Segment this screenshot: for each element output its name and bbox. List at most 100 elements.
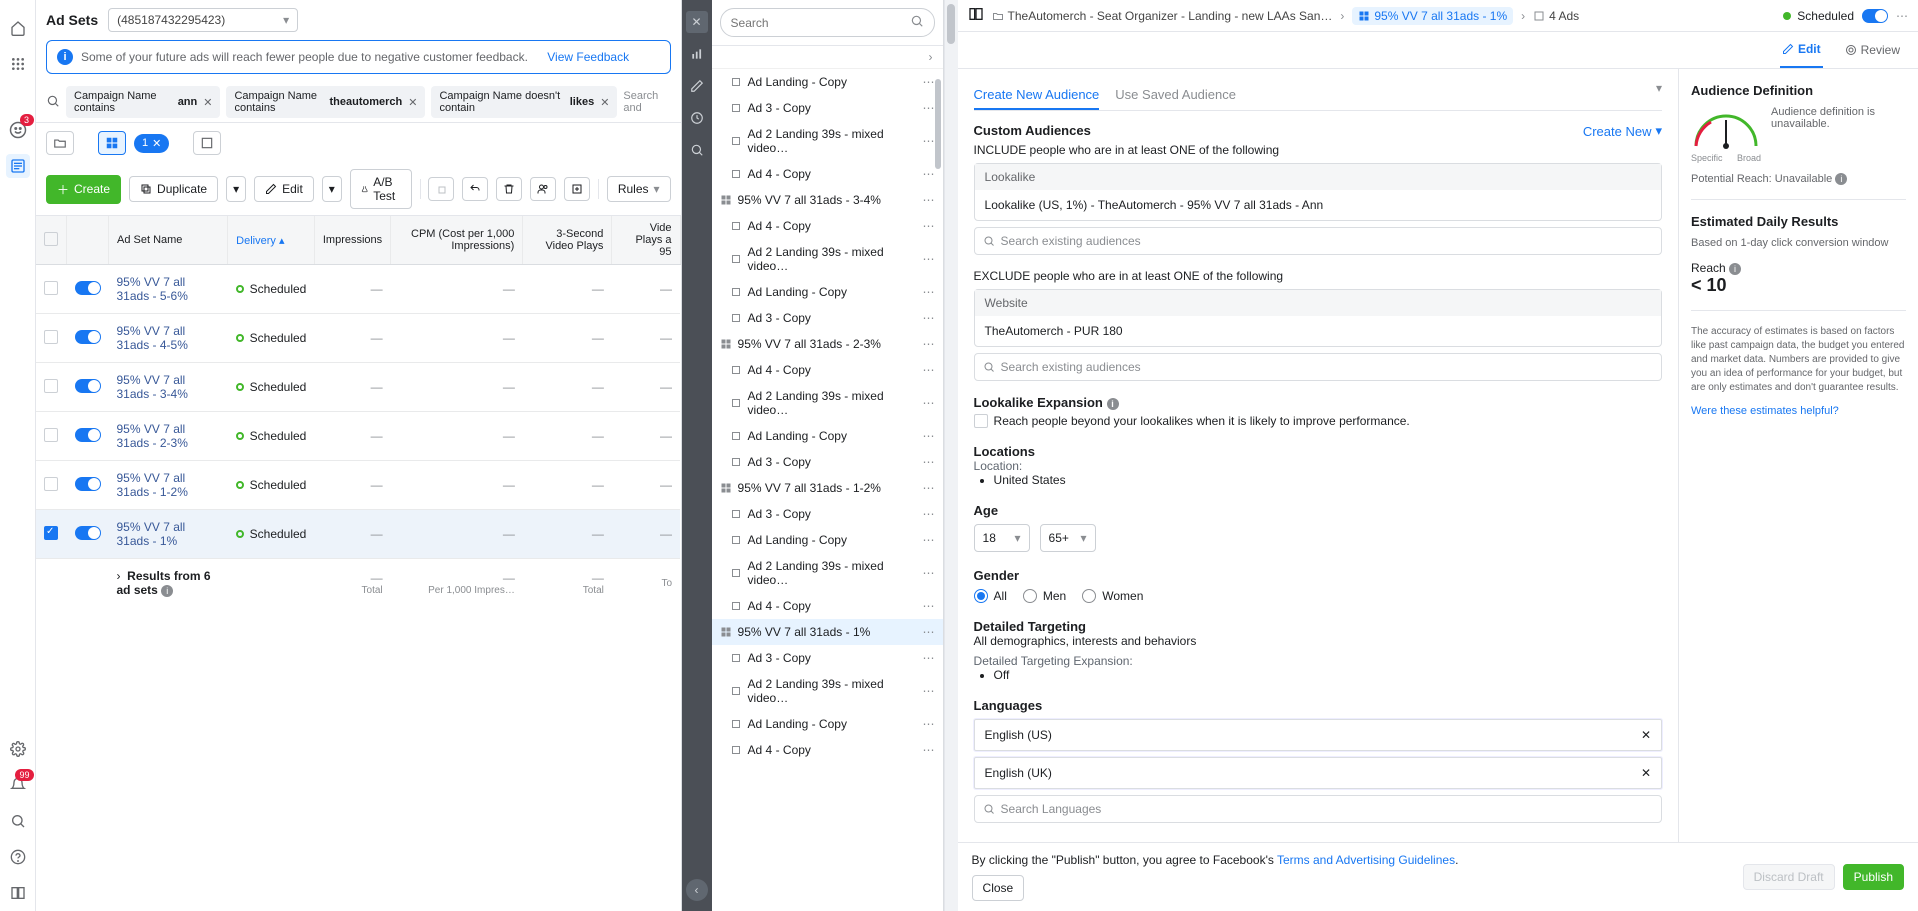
tree-adset-item[interactable]: 95% VV 7 all 31ads - 1%⋯ (712, 619, 943, 645)
history-icon[interactable] (686, 107, 708, 129)
search-include-audiences[interactable]: Search existing audiences (974, 227, 1662, 255)
expand-icon[interactable]: › (117, 569, 121, 583)
tree-search-input[interactable] (720, 8, 935, 37)
more-icon[interactable]: ⋯ (923, 75, 935, 89)
account-dropdown[interactable]: (485187432295423)▾ (108, 8, 298, 32)
tree-ad-item[interactable]: Ad 2 Landing 39s - mixed video…⋯ (712, 239, 943, 279)
panel-layout-icon[interactable] (968, 6, 984, 25)
estimates-helpful-link[interactable]: Were these estimates helpful? (1691, 405, 1839, 417)
row-checkbox[interactable] (44, 379, 58, 393)
adset-name-link[interactable]: 95% VV 7 all 31ads - 1% (117, 520, 186, 548)
age-min-select[interactable]: 18▾ (974, 524, 1030, 552)
more-icon[interactable]: ⋯ (923, 311, 935, 325)
filter-pill-3[interactable]: Campaign Name doesn't contain likes✕ (431, 86, 617, 118)
search-nav-icon[interactable] (6, 809, 30, 833)
notifications-icon[interactable]: 99 (6, 773, 30, 797)
create-new-audience-link[interactable]: Create New ▾ (1583, 123, 1662, 139)
terms-link[interactable]: Terms and Advertising Guidelines (1277, 853, 1455, 867)
tree-ad-item[interactable]: Ad Landing - Copy⋯ (712, 527, 943, 553)
lookalike-value[interactable]: Lookalike (US, 1%) - TheAutomerch - 95% … (975, 190, 1661, 220)
single-view-icon[interactable] (193, 131, 221, 155)
apps-icon[interactable] (6, 52, 30, 76)
gender-all-radio[interactable]: All (974, 589, 1007, 603)
search-exclude-audiences[interactable]: Search existing audiences (974, 353, 1662, 381)
adsets-table[interactable]: Ad Set Name Delivery ▴ Impressions CPM (… (36, 216, 681, 607)
crumb-ads[interactable]: 4 Ads (1533, 9, 1579, 23)
info-icon[interactable]: i (1729, 263, 1741, 275)
more-icon[interactable]: ⋯ (923, 363, 935, 377)
more-icon[interactable]: ⋯ (923, 167, 935, 181)
selection-count-chip[interactable]: 1✕ (134, 134, 169, 153)
col-3sec[interactable]: 3-Second Video Plays (523, 216, 612, 265)
more-icon[interactable]: ⋯ (923, 252, 935, 266)
undo-button[interactable] (462, 177, 488, 201)
table-row[interactable]: 95% VV 7 all 31ads - 5-6% Scheduled ———— (36, 265, 680, 314)
table-row[interactable]: 95% VV 7 all 31ads - 4-5% Scheduled ———— (36, 314, 680, 363)
adset-name-link[interactable]: 95% VV 7 all 31ads - 3-4% (117, 373, 188, 401)
delete-button[interactable] (496, 177, 522, 201)
table-row[interactable]: 95% VV 7 all 31ads - 3-4% Scheduled ———— (36, 363, 680, 412)
col-cpm[interactable]: CPM (Cost per 1,000 Impressions) (391, 216, 523, 265)
row-checkbox[interactable] (44, 526, 58, 540)
tree-adset-item[interactable]: 95% VV 7 all 31ads - 3-4%⋯ (712, 187, 943, 213)
more-icon[interactable]: ⋯ (923, 219, 935, 233)
more-icon[interactable]: ⋯ (923, 101, 935, 115)
tree-expand-icon[interactable]: › (712, 46, 943, 69)
close-icon[interactable]: ✕ (152, 137, 161, 150)
filter-pill-1[interactable]: Campaign Name contains ann✕ (66, 86, 220, 118)
more-icon[interactable]: ⋯ (923, 429, 935, 443)
adset-name-link[interactable]: 95% VV 7 all 31ads - 2-3% (117, 422, 188, 450)
crumb-adset[interactable]: 95% VV 7 all 31ads - 1% (1352, 7, 1513, 25)
more-icon[interactable]: ⋯ (923, 651, 935, 665)
table-row[interactable]: 95% VV 7 all 31ads - 2-3% Scheduled ———— (36, 412, 680, 461)
more-icon[interactable]: ⋯ (923, 717, 935, 731)
more-icon[interactable]: ⋯ (923, 285, 935, 299)
tree-ad-item[interactable]: Ad 4 - Copy⋯ (712, 737, 943, 763)
more-icon[interactable]: ⋯ (923, 599, 935, 613)
tree-ad-item[interactable]: Ad 4 - Copy⋯ (712, 161, 943, 187)
more-icon[interactable]: ⋯ (923, 396, 935, 410)
folder-icon[interactable] (46, 131, 74, 155)
duplicate-button[interactable]: Duplicate (129, 176, 218, 202)
more-icon[interactable]: ⋯ (923, 455, 935, 469)
subtab-saved-audience[interactable]: Use Saved Audience (1115, 81, 1236, 110)
row-toggle[interactable] (75, 428, 101, 442)
pencil-icon[interactable] (686, 75, 708, 97)
col-delivery[interactable]: Delivery ▴ (228, 216, 315, 265)
tree-ad-item[interactable]: Ad Landing - Copy⋯ (712, 279, 943, 305)
zoom-icon[interactable] (686, 139, 708, 161)
more-icon[interactable]: ⋯ (923, 337, 935, 351)
adset-name-link[interactable]: 95% VV 7 all 31ads - 5-6% (117, 275, 188, 303)
col-name[interactable]: Ad Set Name (109, 216, 228, 265)
tree-ad-item[interactable]: Ad 3 - Copy⋯ (712, 305, 943, 331)
more-icon[interactable]: ⋯ (923, 743, 935, 757)
tree-ad-item[interactable]: Ad 4 - Copy⋯ (712, 593, 943, 619)
audience-button[interactable] (530, 177, 556, 201)
rules-button[interactable]: Rules▾ (607, 176, 671, 202)
tree-adset-item[interactable]: 95% VV 7 all 31ads - 1-2%⋯ (712, 475, 943, 501)
col-vp[interactable]: Vide Plays a 95 (612, 216, 680, 265)
table-row[interactable]: 95% VV 7 all 31ads - 1% Scheduled ———— (36, 510, 680, 559)
edit-button[interactable]: Edit (254, 176, 314, 202)
more-icon[interactable]: ⋯ (923, 481, 935, 495)
duplicate-more[interactable]: ▾ (226, 176, 246, 202)
gender-women-radio[interactable]: Women (1082, 589, 1143, 603)
row-toggle[interactable] (75, 526, 101, 540)
account-icon[interactable]: 3 (6, 118, 30, 142)
tree-ad-item[interactable]: Ad 3 - Copy⋯ (712, 501, 943, 527)
tab-edit[interactable]: Edit (1780, 32, 1823, 68)
edit-more[interactable]: ▾ (322, 176, 342, 202)
more-icon[interactable]: ⋯ (923, 625, 935, 639)
home-icon[interactable] (6, 16, 30, 40)
export-button[interactable] (564, 177, 590, 201)
age-max-select[interactable]: 65+▾ (1040, 524, 1096, 552)
ab-test-button[interactable]: A/B Test (350, 169, 412, 209)
tree-adset-item[interactable]: 95% VV 7 all 31ads - 2-3%⋯ (712, 331, 943, 357)
row-toggle[interactable] (75, 281, 101, 295)
close-button[interactable]: Close (972, 875, 1025, 901)
tree-ad-item[interactable]: Ad 4 - Copy⋯ (712, 213, 943, 239)
close-icon[interactable]: ✕ (203, 96, 212, 109)
adset-toggle[interactable] (1862, 9, 1888, 23)
editor-form[interactable]: Create New Audience Use Saved Audience ▾… (958, 69, 1678, 842)
tree-ad-item[interactable]: Ad 3 - Copy⋯ (712, 449, 943, 475)
